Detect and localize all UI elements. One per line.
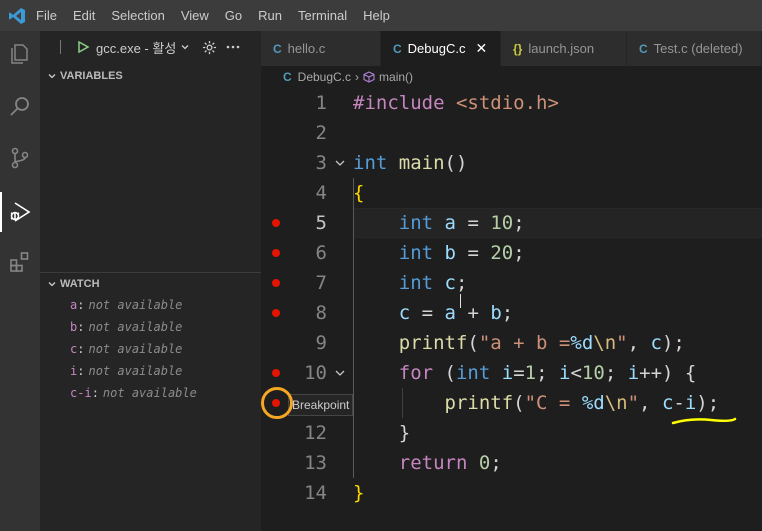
code-line: 10 for (int i=1; i<10; i++) {: [261, 358, 762, 388]
watch-item[interactable]: c-i: not available: [40, 382, 261, 404]
c-file-icon: C: [283, 70, 292, 84]
explorer-icon[interactable]: [0, 34, 40, 74]
code-line: 14 }: [304, 482, 365, 504]
menu-file[interactable]: File: [34, 0, 65, 31]
code-line: 5 int a = 10;: [261, 208, 762, 238]
start-debugging-icon[interactable]: [76, 40, 90, 54]
menu-view[interactable]: View: [173, 0, 217, 31]
code-line: 8 c = a + b;: [261, 298, 762, 328]
activity-bar: [0, 31, 40, 531]
more-actions-icon[interactable]: [224, 38, 242, 56]
annotation-circle: [261, 387, 293, 419]
tab-hello-c[interactable]: C hello.c: [261, 31, 381, 66]
editor-tabs: C hello.c C DebugC.c ✕ {} launch.json C …: [261, 31, 762, 66]
watch-item[interactable]: b: not available: [40, 316, 261, 338]
menu-run[interactable]: Run: [250, 0, 290, 31]
chevron-down-icon: [181, 45, 189, 50]
search-icon[interactable]: [0, 86, 40, 126]
run-debug-sidebar: gcc.exe - 활성 VARIABLES WATCH a: not avail…: [40, 31, 261, 531]
menu-help[interactable]: Help: [355, 0, 398, 31]
tab-test-c-deleted[interactable]: C Test.c (deleted): [627, 31, 762, 66]
breakpoint-icon[interactable]: [272, 309, 280, 317]
chevron-right-icon: ›: [355, 70, 360, 84]
run-and-debug-icon[interactable]: [0, 192, 40, 232]
vscode-logo-icon: [0, 0, 34, 31]
code-line: 1 #include <stdio.h>: [315, 92, 559, 114]
tab-label: launch.json: [528, 41, 595, 56]
variables-section-header[interactable]: VARIABLES: [40, 65, 261, 87]
code-editor[interactable]: 1 #include <stdio.h> 2 3 int main() 4 { …: [261, 88, 762, 531]
tab-launch-json[interactable]: {} launch.json: [501, 31, 627, 66]
code-line: 4 {: [315, 182, 365, 204]
fold-chevron-icon[interactable]: [334, 367, 346, 379]
breakpoint-icon[interactable]: [272, 219, 280, 227]
code-line: 7 int c;: [261, 268, 762, 298]
tab-label: Test.c (deleted): [653, 41, 743, 56]
c-file-icon: C: [273, 41, 282, 56]
code-line: 3 int main(): [315, 152, 468, 174]
breadcrumb: C DebugC.c › main(): [261, 66, 762, 88]
annotation-underline: [671, 417, 737, 425]
extensions-icon[interactable]: [0, 242, 40, 282]
breakpoint-icon[interactable]: [272, 279, 280, 287]
breadcrumb-symbol[interactable]: main(): [379, 70, 413, 84]
menu-bar: File Edit Selection View Go Run Terminal…: [0, 0, 762, 31]
code-line: 13 return 0;: [304, 452, 502, 474]
code-line: 2: [315, 122, 327, 144]
watch-section-header[interactable]: WATCH: [40, 272, 261, 294]
menu-go[interactable]: Go: [217, 0, 250, 31]
watch-list: a: not available b: not available c: not av…: [40, 294, 261, 404]
fold-chevron-icon[interactable]: [334, 157, 346, 169]
drag-handle[interactable]: [60, 40, 66, 54]
mouse-cursor: [460, 294, 461, 308]
breakpoint-icon[interactable]: [272, 249, 280, 257]
watch-item[interactable]: a: not available: [40, 294, 261, 316]
code-line: 6 int b = 20;: [261, 238, 762, 268]
watch-title: WATCH: [60, 277, 100, 290]
breakpoint-icon[interactable]: [272, 369, 280, 377]
json-file-icon: {}: [513, 41, 523, 56]
c-file-icon: C: [393, 41, 402, 56]
breakpoint-tooltip: Breakpoint: [288, 394, 354, 416]
c-file-icon: C: [639, 41, 648, 56]
variables-title: VARIABLES: [60, 70, 123, 82]
menu-selection[interactable]: Selection: [103, 0, 172, 31]
launch-config-label: gcc.exe - 활성: [96, 40, 177, 56]
source-control-icon[interactable]: [0, 138, 40, 178]
debug-toolbar: gcc.exe - 활성: [40, 31, 261, 63]
watch-item[interactable]: c: not available: [40, 338, 261, 360]
close-icon[interactable]: ✕: [475, 40, 487, 57]
watch-item[interactable]: i: not available: [40, 360, 261, 382]
chevron-down-icon: [44, 71, 60, 81]
menu-edit[interactable]: Edit: [65, 0, 103, 31]
tab-label: hello.c: [287, 41, 326, 56]
tab-label: DebugC.c: [407, 41, 466, 56]
code-line: 9 printf("a + b =%d\n", c);: [315, 332, 685, 354]
gear-icon[interactable]: [200, 38, 218, 56]
breadcrumb-file[interactable]: DebugC.c: [298, 70, 351, 84]
method-icon: [363, 71, 375, 83]
launch-config-dropdown[interactable]: gcc.exe - 활성: [72, 36, 194, 58]
menu-terminal[interactable]: Terminal: [290, 0, 355, 31]
chevron-down-icon: [44, 279, 60, 289]
tab-debugc-c[interactable]: C DebugC.c ✕: [381, 31, 501, 66]
